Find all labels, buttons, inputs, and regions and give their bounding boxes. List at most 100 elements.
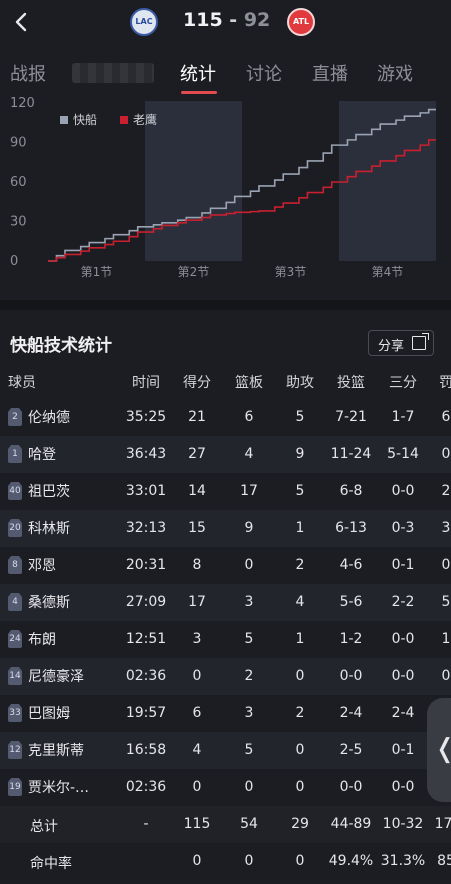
stat-pts: 27 [188, 446, 206, 462]
stat-fg: 49.4% [328, 853, 374, 869]
table-row[interactable]: 20 科林斯 32:13 15 9 1 6-13 0-3 3 [0, 510, 451, 547]
stat-ast: 5 [295, 409, 305, 425]
table-row[interactable]: 8 邓恩 20:31 8 0 2 4-6 0-1 0 [0, 547, 451, 584]
stat-three: 1-7 [391, 409, 415, 425]
table-row[interactable]: 12 克里斯蒂 16:58 4 5 0 2-5 0-1 [0, 732, 451, 769]
stat-reb: 3 [244, 705, 254, 721]
player-cell[interactable]: 24 布朗 [8, 629, 56, 649]
player-name: 克里斯蒂 [28, 743, 84, 759]
stat-time: 19:57 [125, 705, 167, 721]
stat-three: 0-0 [391, 668, 415, 684]
stats-title: 快船技术统计 [10, 336, 112, 356]
table-row[interactable]: 2 伦纳德 35:25 21 6 5 7-21 1-7 6 [0, 399, 451, 436]
player-cell[interactable]: 8 邓恩 [8, 555, 56, 575]
away-logo-text: ATL [292, 17, 310, 26]
player-cell[interactable]: 14 尼德豪泽 [8, 666, 84, 686]
away-team-logo[interactable]: ATL [287, 8, 315, 36]
stat-ft: 0 [441, 557, 451, 573]
share-button[interactable]: 分享 [368, 330, 434, 356]
stat-reb: 0 [244, 853, 254, 869]
stat-three: 10-32 [382, 816, 424, 832]
total-row: 总计 - 115 54 29 44-89 10-32 17- [0, 806, 451, 843]
stat-ft: 3 [441, 520, 451, 536]
stat-time: 35:25 [125, 409, 167, 425]
stat-pts: 14 [188, 483, 206, 499]
table-row[interactable]: 19 贾米尔-… 02:36 0 0 0 0-0 0-0 [0, 769, 451, 806]
stat-pts: 0 [192, 668, 202, 684]
player-cell[interactable]: 40 祖巴茨 [8, 481, 70, 501]
stat-three: 0-1 [391, 557, 415, 573]
stat-fg: 1-2 [339, 631, 363, 647]
player-cell[interactable]: 20 科林斯 [8, 518, 70, 538]
jersey-icon: 24 [8, 630, 22, 648]
player-cell[interactable]: 1 哈登 [8, 444, 56, 464]
stat-pts: 115 [183, 816, 211, 832]
home-score: 115 [183, 9, 223, 31]
y-tick-label: 60 [10, 175, 27, 190]
stat-pts: 4 [192, 742, 202, 758]
table-row[interactable]: 4 桑德斯 27:09 17 3 4 5-6 2-2 5 [0, 584, 451, 621]
jersey-icon: 4 [8, 593, 22, 611]
table-row[interactable]: 24 布朗 12:51 3 5 1 1-2 0-0 1 [0, 621, 451, 658]
stat-ast: 9 [295, 446, 305, 462]
home-team-logo[interactable]: LAC [130, 8, 158, 36]
table-header: 球员 时间 得分 篮板 助攻 投篮 三分 罚 [0, 362, 451, 399]
stat-time: - [143, 816, 149, 832]
stat-pts: 8 [192, 557, 202, 573]
player-name: 邓恩 [28, 558, 56, 574]
stat-ast: 0 [295, 668, 305, 684]
stat-three: 2-4 [391, 705, 415, 721]
table-row[interactable]: 1 哈登 36:43 27 4 9 11-24 5-14 0 [0, 436, 451, 473]
quarter-band [339, 101, 436, 261]
chevron-left-icon[interactable] [10, 8, 34, 36]
stat-ft: 17- [434, 816, 451, 832]
stat-time: 16:58 [125, 742, 167, 758]
stat-fg: 0-0 [339, 779, 363, 795]
stat-reb: 17 [240, 483, 258, 499]
y-tick-label: 30 [10, 215, 27, 230]
jersey-icon: 33 [8, 704, 22, 722]
legend-label: 老鹰 [133, 112, 157, 127]
tab-live[interactable]: 直播 [312, 60, 348, 86]
tab-stats[interactable]: 统计 [180, 60, 216, 86]
x-tick-label: 第4节 [372, 265, 404, 279]
stat-ast: 5 [295, 483, 305, 499]
total-row-label: 总计 [30, 819, 58, 835]
stat-ft: 2 [441, 483, 451, 499]
player-name: 贾米尔-… [28, 780, 90, 796]
player-name: 哈登 [28, 447, 56, 463]
stat-time: 20:31 [125, 557, 167, 573]
player-cell[interactable]: 4 桑德斯 [8, 592, 70, 612]
rate-row-label: 命中率 [30, 856, 72, 872]
player-cell[interactable]: 19 贾米尔-… [8, 777, 89, 797]
stat-reb: 0 [244, 779, 254, 795]
y-tick-label: 90 [10, 136, 27, 151]
stat-three: 2-2 [391, 594, 415, 610]
player-cell[interactable]: 2 伦纳德 [8, 407, 70, 427]
player-cell[interactable]: 33 巴图姆 [8, 703, 70, 723]
stat-fg: 6-13 [335, 520, 367, 536]
player-name: 布朗 [28, 632, 56, 648]
stat-fg: 6-8 [339, 483, 363, 499]
table-row[interactable]: 33 巴图姆 19:57 6 3 2 2-4 2-4 [0, 695, 451, 732]
column-header-pts: 得分 [183, 375, 211, 391]
stat-ast: 4 [295, 594, 305, 610]
stat-time: 27:09 [125, 594, 167, 610]
stat-ast: 1 [295, 631, 305, 647]
table-row[interactable]: 14 尼德豪泽 02:36 0 2 0 0-0 0-0 0 [0, 658, 451, 695]
player-name: 巴图姆 [28, 706, 70, 722]
stat-fg: 4-6 [339, 557, 363, 573]
tab-games[interactable]: 游戏 [377, 60, 413, 86]
player-cell[interactable]: 12 克里斯蒂 [8, 740, 84, 760]
stat-three: 31.3% [380, 853, 426, 869]
stat-time: 02:36 [125, 779, 167, 795]
tab-report[interactable]: 战报 [10, 60, 46, 86]
table-row[interactable]: 40 祖巴茨 33:01 14 17 5 6-8 0-0 2 [0, 473, 451, 510]
chevron-left-icon: ❬ [434, 734, 451, 764]
tab-discussion[interactable]: 讨论 [246, 60, 282, 86]
stat-reb: 4 [244, 446, 254, 462]
home-logo-text: LAC [135, 17, 153, 26]
side-drawer-handle[interactable]: ❬ [427, 698, 451, 802]
rate-row: 命中率 0 0 0 49.4% 31.3% 85 [0, 843, 451, 880]
tab-blurred[interactable] [72, 63, 154, 83]
